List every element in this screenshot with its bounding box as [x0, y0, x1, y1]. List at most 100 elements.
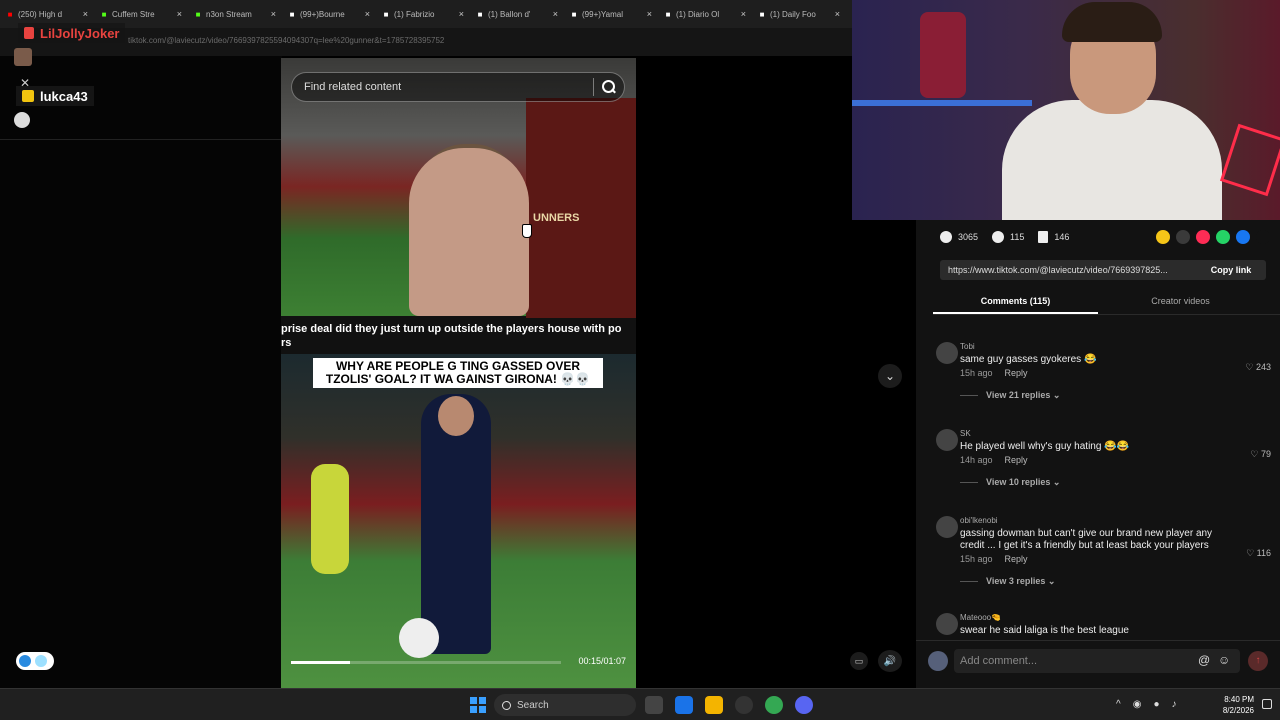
mention-icon[interactable]: @ [1198, 653, 1210, 667]
clock-time: 8:40 PM [1224, 695, 1254, 704]
add-comment-bar: Add comment... @ ☺ ↑ [916, 640, 1280, 682]
comment-user[interactable]: obi'lkenobi [960, 516, 998, 525]
like-button[interactable]: 3065 [940, 231, 978, 243]
comment-tabs: Comments (115) Creator videos [933, 292, 1263, 314]
kick-icon: ■ [195, 9, 201, 19]
close-icon[interactable]: × [177, 9, 182, 19]
close-icon[interactable]: × [647, 9, 652, 19]
share-icon[interactable] [1176, 230, 1190, 244]
address-bar[interactable]: tiktok.com/@laviecutz/video/766939782559… [0, 28, 852, 56]
tab-title: (1) Ballon d' [488, 9, 531, 19]
comment-text: gassing dowman but can't give our brand … [960, 528, 1213, 551]
close-icon[interactable]: × [459, 9, 464, 19]
share-icon[interactable] [1196, 230, 1210, 244]
view-replies-button[interactable]: View 3 replies ⌄ [960, 576, 1055, 587]
reply-button[interactable]: Reply [1005, 368, 1028, 378]
caption-line-2: rs [281, 337, 292, 349]
discord-icon[interactable] [795, 696, 813, 714]
browser-tab[interactable]: ■ (99+)Bourne × [282, 0, 376, 28]
share-link-row: https://www.tiktok.com/@laviecutz/video/… [940, 260, 1266, 280]
x-icon: ■ [759, 9, 765, 19]
task-view-icon[interactable] [645, 696, 663, 714]
share-icon[interactable] [1236, 230, 1250, 244]
share-link[interactable]: https://www.tiktok.com/@laviecutz/video/… [948, 265, 1196, 275]
share-icon[interactable] [1156, 230, 1170, 244]
avatar[interactable] [936, 613, 958, 635]
mouse-cursor-icon [522, 224, 532, 238]
chrome-icon[interactable] [765, 696, 783, 714]
left-panel [0, 56, 282, 688]
obs-icon[interactable] [735, 696, 753, 714]
extension-toggle[interactable] [16, 652, 54, 670]
reply-button[interactable]: Reply [1005, 554, 1028, 564]
close-icon[interactable]: × [83, 9, 88, 19]
view-replies-button[interactable]: View 21 replies ⌄ [960, 390, 1060, 401]
comment-count: 115 [1010, 232, 1025, 242]
tab-creator-videos[interactable]: Creator videos [1098, 292, 1263, 314]
taskbar-search-label: Search [517, 699, 549, 711]
browser-tab-bar: ■ (250) High d × ■ Cuffem Stre × ■ n3on Stream ×… [0, 0, 852, 28]
avatar[interactable] [936, 516, 958, 538]
comment-likes[interactable]: ♡ 79 [1250, 449, 1271, 460]
browser-tab[interactable]: ■ (1) Fabrizio × [376, 0, 470, 28]
copy-link-button[interactable]: Copy link [1196, 265, 1266, 275]
windows-start-icon[interactable] [470, 697, 486, 713]
notification-icon[interactable] [1262, 699, 1272, 709]
comment-button[interactable]: 115 [992, 231, 1024, 243]
close-icon[interactable]: × [271, 9, 276, 19]
search-icon[interactable] [602, 80, 616, 94]
url-text[interactable]: tiktok.com/@laviecutz/video/766939782559… [128, 36, 444, 45]
browser-tab[interactable]: ■ (1) Daily Foo × [752, 0, 846, 28]
browser-tab[interactable]: ■ n3on Stream × [188, 0, 282, 28]
network-icon[interactable]: ◉ [1133, 699, 1142, 710]
related-search-bar[interactable]: Find related content [291, 72, 625, 102]
comment-likes[interactable]: ♡ 243 [1245, 362, 1271, 373]
chevron-up-icon[interactable]: ^ [1116, 699, 1121, 710]
avatar[interactable] [936, 342, 958, 364]
close-icon[interactable]: × [835, 9, 840, 19]
video-progress-bar[interactable] [291, 661, 561, 664]
divider [0, 139, 282, 140]
share-icon[interactable] [1256, 230, 1270, 244]
video-player[interactable]: UNNERS Find related content prise deal d… [281, 58, 636, 688]
reply-button[interactable]: Reply [1005, 455, 1028, 465]
browser-tab[interactable]: ■ (1) Diario Ol × [658, 0, 752, 28]
copilot-icon[interactable] [675, 696, 693, 714]
comment-icon [992, 231, 1005, 243]
clock[interactable]: 8:40 PM 8/2/2026 [1214, 694, 1254, 716]
emoji-icon[interactable]: ☺ [1218, 653, 1230, 667]
search-icon [502, 700, 511, 710]
file-explorer-icon[interactable] [705, 696, 723, 714]
close-icon[interactable]: × [553, 9, 558, 19]
system-tray: ^ ◉ ● ♪ [1116, 699, 1176, 710]
taskbar-apps [645, 696, 813, 714]
volume-icon[interactable]: ♪ [1171, 699, 1176, 710]
comment-user[interactable]: SK [960, 429, 971, 438]
view-replies-button[interactable]: View 10 replies ⌄ [960, 477, 1060, 488]
view-replies-label: View 3 replies [986, 576, 1046, 586]
chevron-down-icon[interactable]: ⌄ [878, 364, 902, 388]
video-caption: prise deal did they just turn up outside… [281, 322, 636, 350]
tab-title: (1) Daily Foo [770, 9, 816, 19]
search-input[interactable]: Find related content [304, 81, 585, 93]
taskbar-search[interactable]: Search [494, 694, 636, 716]
video-time: 00:15/01:07 [578, 656, 626, 666]
chat-username: lukca43 [40, 88, 88, 104]
mic-icon[interactable]: ● [1153, 699, 1159, 710]
volume-icon[interactable]: 🔊 [878, 650, 902, 672]
close-icon[interactable]: × [741, 9, 746, 19]
miniplayer-icon[interactable]: ▭ [850, 652, 868, 670]
browser-tab[interactable]: ■ (99+)Yamal × [564, 0, 658, 28]
comment-user[interactable]: Mateooo🤏 [960, 613, 1001, 622]
browser-tab[interactable]: ■ (1) Ballon d' × [470, 0, 564, 28]
comment-likes[interactable]: ♡ 116 [1246, 548, 1271, 559]
avatar[interactable] [936, 429, 958, 451]
send-button[interactable]: ↑ [1248, 651, 1268, 671]
share-icon[interactable] [1216, 230, 1230, 244]
tiktok-icon: ■ [571, 9, 577, 19]
close-icon[interactable]: × [365, 9, 370, 19]
save-button[interactable]: 146 [1038, 231, 1069, 243]
tab-comments[interactable]: Comments (115) [933, 292, 1098, 314]
comment-user[interactable]: Tobi [960, 342, 975, 351]
x-icon: ■ [383, 9, 389, 19]
